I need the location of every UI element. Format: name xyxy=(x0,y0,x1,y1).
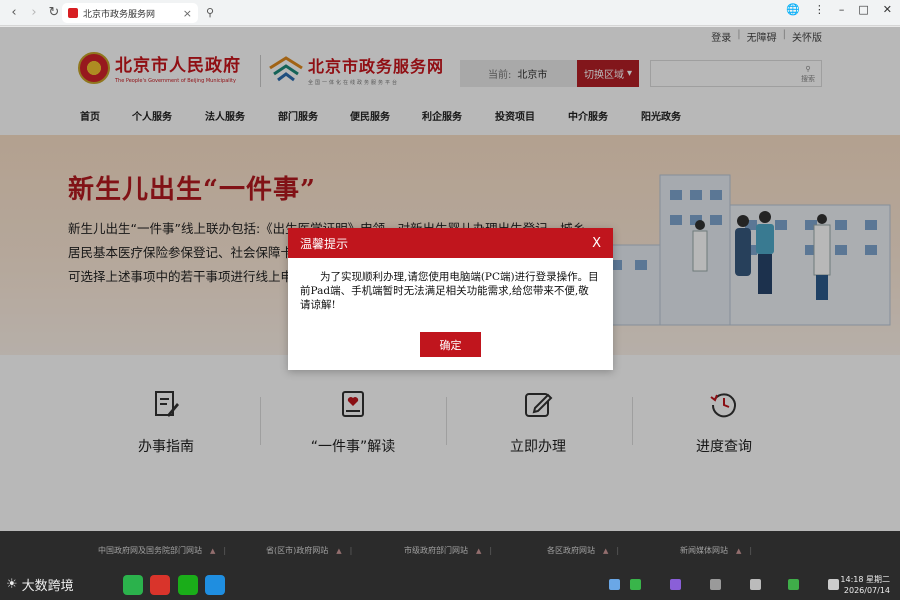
tray-app-icon[interactable] xyxy=(710,579,721,590)
wechat-work-icon[interactable] xyxy=(123,575,143,595)
remote-desktop-icon[interactable] xyxy=(205,575,225,595)
clock-time: 14:18 星期二 xyxy=(840,575,890,584)
dialog-close-button[interactable]: X xyxy=(592,236,601,251)
globe-icon[interactable]: 🌐 xyxy=(786,3,800,16)
dialog-message: 为了实现顺利办理,请您使用电脑端(PC端)进行登录操作。目前Pad端、手机端暂时… xyxy=(300,271,599,311)
minimize-icon[interactable]: – xyxy=(839,3,845,16)
dialog-title: 温馨提示 xyxy=(300,236,349,251)
weather-icon: ☀ xyxy=(6,577,18,592)
tab-title: 北京市政务服务网 xyxy=(83,9,156,20)
tray-app-icon[interactable] xyxy=(670,579,681,590)
notice-dialog: 温馨提示 X 为了实现顺利办理,请您使用电脑端(PC端)进行登录操作。目前Pad… xyxy=(288,228,613,370)
confirm-button[interactable]: 确定 xyxy=(420,332,481,357)
search-icon[interactable]: ⚲ xyxy=(206,6,214,19)
wps-icon[interactable] xyxy=(150,575,170,595)
taskbar: ☀ 大数跨境 14:18 星期二 2026/07/14 xyxy=(0,571,900,600)
volume-icon[interactable] xyxy=(750,579,761,590)
maximize-icon[interactable]: □ xyxy=(858,3,868,16)
system-clock[interactable]: 14:18 星期二 2026/07/14 xyxy=(840,574,890,596)
tray-wechat-icon[interactable] xyxy=(630,579,641,590)
site-favicon-icon xyxy=(68,8,78,18)
wechat-icon[interactable] xyxy=(178,575,198,595)
back-icon[interactable]: ‹ xyxy=(4,3,24,23)
tab-close-icon[interactable]: × xyxy=(183,7,192,20)
close-window-icon[interactable]: ✕ xyxy=(883,3,892,16)
browser-tab[interactable]: 北京市政务服务网 × xyxy=(62,3,198,23)
tray-app-icon[interactable] xyxy=(609,579,620,590)
browser-toolbar: ‹ › ↻ 北京市政务服务网 × ⚲ 🌐 ⋮ – □ ✕ xyxy=(0,0,900,26)
reload-icon[interactable]: ↻ xyxy=(44,3,64,23)
taskbar-widget[interactable]: ☀ 大数跨境 xyxy=(6,575,74,594)
notification-icon[interactable] xyxy=(828,579,839,590)
clock-date: 2026/07/14 xyxy=(843,586,890,595)
more-icon[interactable]: ⋮ xyxy=(814,3,825,16)
dialog-header: 温馨提示 X xyxy=(288,228,613,258)
forward-icon[interactable]: › xyxy=(24,3,44,23)
widget-text: 大数跨境 xyxy=(21,579,74,594)
battery-icon[interactable] xyxy=(788,579,799,590)
